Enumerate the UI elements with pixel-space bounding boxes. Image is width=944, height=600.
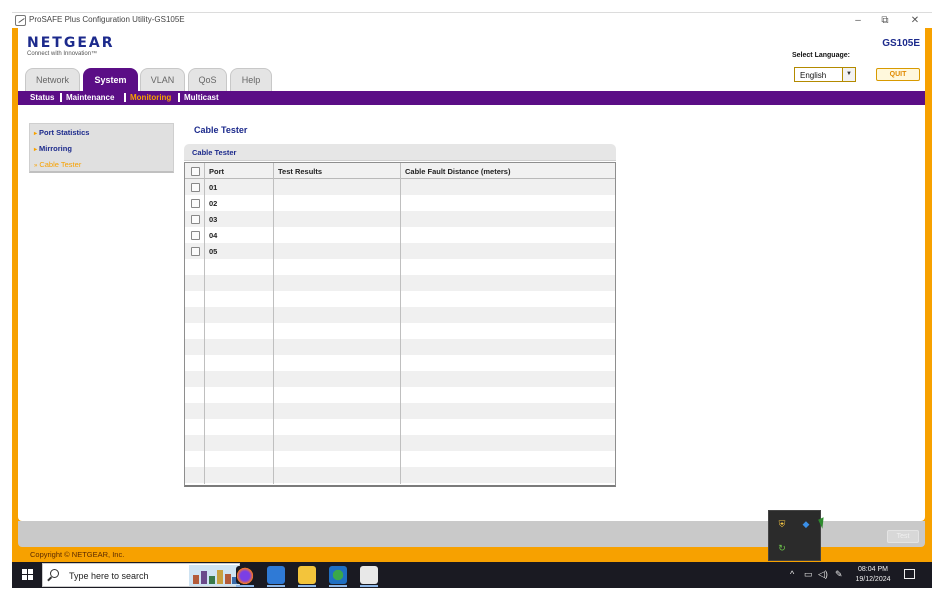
restore-button[interactable]: ⧉	[878, 14, 892, 27]
tab-network[interactable]: Network	[25, 68, 80, 91]
side-menu: ▸ Port Statistics ▸ Mirroring » Cable Teste…	[29, 123, 174, 173]
volume-icon[interactable]: ◁)	[818, 569, 828, 580]
model-name: GS105E	[882, 38, 920, 49]
port-cell: 02	[209, 199, 218, 208]
copyright-text: Copyright © NETGEAR, Inc.	[30, 550, 125, 559]
clock-date: 19/12/2024	[855, 576, 891, 583]
chevron-down-icon[interactable]: ▼	[842, 68, 855, 81]
firefox-icon[interactable]	[236, 566, 254, 587]
defender-icon[interactable]: ◆	[801, 519, 811, 529]
language-value: English	[800, 71, 827, 80]
bullet-icon: »	[34, 163, 38, 169]
security-shield-icon[interactable]: ⛨	[777, 519, 787, 529]
window-title: ProSAFE Plus Configuration Utility-GS105…	[29, 15, 185, 24]
network-app-icon[interactable]	[329, 566, 347, 587]
subnav-status[interactable]: Status	[30, 93, 54, 102]
subnav-monitoring[interactable]: Monitoring	[130, 93, 171, 102]
minimize-button[interactable]: –	[851, 14, 865, 27]
search-placeholder: Type here to search	[69, 571, 149, 581]
taskbar-search[interactable]: Type here to search	[42, 563, 240, 587]
tab-system[interactable]: System	[83, 68, 138, 91]
windows-start-icon[interactable]	[22, 569, 34, 581]
port-cell: 04	[209, 231, 218, 240]
sidebar-item-mirroring[interactable]: ▸ Mirroring	[34, 144, 72, 153]
port-cell: 05	[209, 247, 218, 256]
netgear-logo: NETGEAR	[27, 35, 115, 51]
port-cell: 03	[209, 215, 218, 224]
bullet-icon: ▸	[34, 147, 38, 153]
panel-title: Cable Tester	[192, 148, 237, 157]
pen-icon[interactable]: ✎	[835, 569, 843, 580]
select-all-checkbox[interactable]	[191, 167, 200, 176]
port-cell: 01	[209, 183, 218, 192]
language-select[interactable]: English ▼	[794, 67, 856, 82]
tab-help[interactable]: Help	[230, 68, 272, 91]
tab-vlan[interactable]: VLAN	[140, 68, 185, 91]
cable-tester-table: Port Test Results Cable Fault Distance (…	[184, 162, 616, 487]
sub-navigation: Status Maintenance Monitoring Multicast	[18, 91, 925, 105]
tab-qos[interactable]: QoS	[188, 68, 227, 91]
column-header-distance: Cable Fault Distance (meters)	[405, 167, 511, 176]
test-button[interactable]: Test	[887, 530, 919, 543]
port-checkbox[interactable]	[191, 183, 200, 192]
subnav-divider	[124, 93, 126, 102]
taskbar-clock[interactable]: 08:04 PM 19/12/2024	[848, 565, 898, 585]
app-icon	[15, 15, 26, 26]
port-checkbox[interactable]	[191, 215, 200, 224]
sidebar-item-cable-tester[interactable]: » Cable Tester	[34, 160, 81, 169]
subnav-divider	[178, 93, 180, 102]
column-divider	[204, 163, 205, 484]
page-title: Cable Tester	[194, 125, 248, 135]
clock-time: 08:04 PM	[858, 566, 888, 573]
bullet-icon: ▸	[34, 131, 38, 137]
close-button[interactable]: ✕	[908, 14, 922, 27]
screen: ProSAFE Plus Configuration Utility-GS105…	[0, 0, 944, 600]
port-checkbox[interactable]	[191, 247, 200, 256]
port-checkbox[interactable]	[191, 231, 200, 240]
sidebar-item-label: Port Statistics	[39, 128, 90, 137]
logo-tagline: Connect with Innovation™	[27, 51, 98, 57]
column-divider	[400, 163, 401, 484]
table-row	[185, 483, 615, 499]
column-header-test-results: Test Results	[278, 167, 323, 176]
prosafe-icon[interactable]	[360, 566, 378, 587]
subnav-multicast[interactable]: Multicast	[184, 93, 219, 102]
subnav-divider	[60, 93, 62, 102]
notification-icon[interactable]	[904, 569, 915, 579]
search-icon	[50, 569, 59, 578]
sidebar-item-label: Cable Tester	[39, 160, 82, 169]
file-explorer-icon[interactable]	[298, 566, 316, 587]
taskbar: Type here to search ^ ▭ ◁) ✎	[12, 562, 932, 588]
column-divider	[273, 163, 274, 484]
sidebar-item-port-statistics[interactable]: ▸ Port Statistics	[34, 128, 89, 137]
sidebar-item-label: Mirroring	[39, 144, 72, 153]
cable-tester-panel: Cable Tester Port Test Results Cable Fau…	[184, 144, 616, 487]
sync-icon[interactable]: ↻	[777, 543, 787, 553]
subnav-maintenance[interactable]: Maintenance	[66, 93, 114, 102]
search-highlight-image	[189, 565, 239, 586]
quit-button[interactable]: QUIT	[876, 68, 920, 81]
window-titlebar: ProSAFE Plus Configuration Utility-GS105…	[12, 12, 932, 28]
panel-header: Cable Tester	[184, 144, 616, 161]
paint-icon[interactable]	[267, 566, 285, 587]
network-icon[interactable]: ▭	[804, 569, 813, 580]
language-label: Select Language:	[792, 52, 850, 59]
tray-overflow-popup: ⛨ ◆ ↻	[768, 510, 821, 561]
column-header-port: Port	[209, 167, 224, 176]
port-checkbox[interactable]	[191, 199, 200, 208]
chevron-up-icon[interactable]: ^	[790, 569, 794, 579]
